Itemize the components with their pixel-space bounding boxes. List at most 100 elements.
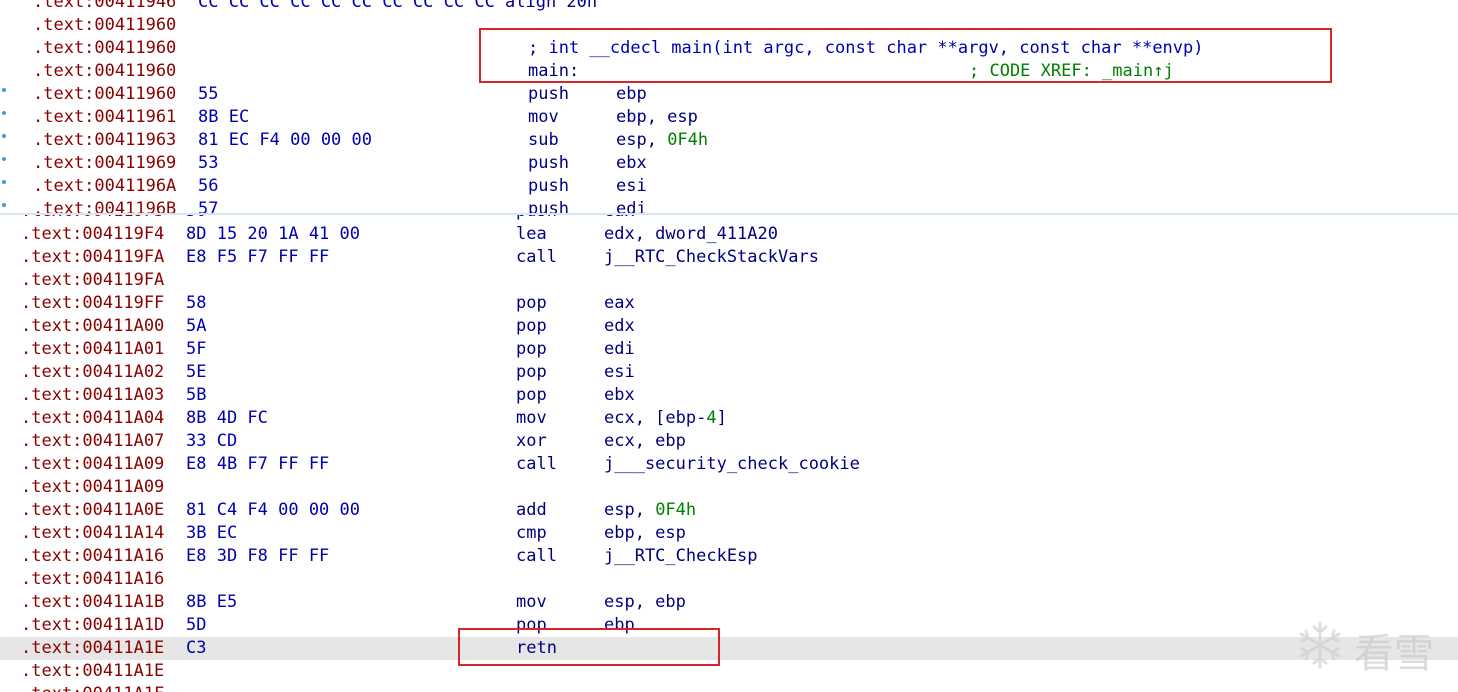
pane-splitter[interactable] — [0, 213, 1458, 215]
instruction-mnemonic: call — [516, 546, 557, 566]
instruction-mnemonic: lea — [516, 224, 547, 244]
line-address: .text:00411A02 — [21, 362, 165, 382]
instruction-mnemonic: call — [516, 454, 557, 474]
disasm-line[interactable]: .text:004119FA E8 F5 F7 FF FF call j__RTC_C… — [0, 246, 1458, 269]
line-address: .text:00411A16 — [21, 569, 165, 589]
line-address: .text:00411A00 — [21, 316, 165, 336]
line-address: .text:00411A09 — [21, 454, 165, 474]
instruction-mnemonic: push — [528, 176, 569, 196]
disasm-line[interactable]: .text:0041196B 57 push edi — [0, 198, 1458, 214]
instruction-operands: eax — [604, 292, 635, 315]
operand-text: ecx, [ebp- — [604, 408, 707, 428]
disasm-line[interactable]: .text:00411960 55 push ebp — [0, 83, 1458, 106]
instruction-mnemonic: mov — [516, 592, 547, 612]
disasm-line[interactable]: .text:00411A1E — [0, 660, 1458, 683]
operand-text: esp, — [604, 500, 656, 520]
operand-text: eax — [604, 214, 635, 221]
disasm-line[interactable]: .text:00411A16 E8 3D F8 FF FF call j__RTC_C… — [0, 545, 1458, 568]
line-address: .text:00411960 — [33, 84, 177, 104]
disasm-line[interactable]: .text:00411A16 — [0, 568, 1458, 591]
line-address: .text:00411A0E — [21, 500, 165, 520]
operand-text: j__RTC_CheckStackVars — [604, 247, 819, 267]
instruction-operands: j__RTC_CheckEsp — [604, 545, 758, 568]
opcode-bytes: 5F — [186, 339, 207, 359]
instruction-mnemonic: align 20h — [505, 0, 598, 12]
watermark-logo: 看雪 — [1294, 617, 1444, 677]
disasm-line[interactable]: .text:00411A01 5F pop edi — [0, 338, 1458, 361]
disasm-line[interactable]: .text:0041196A 56 push esi — [0, 175, 1458, 198]
instruction-mnemonic: pop — [516, 339, 547, 359]
disasm-line[interactable]: .text:00411A00 5A pop edx — [0, 315, 1458, 338]
instruction-mnemonic: push — [528, 153, 569, 173]
disasm-line[interactable]: .text:00411A07 33 CD xor ecx, ebp — [0, 430, 1458, 453]
line-address: .text:00411960 — [33, 38, 177, 58]
disasm-line[interactable]: .text:00411A02 5E pop esi — [0, 361, 1458, 384]
opcode-bytes: E8 F5 F7 FF FF — [186, 247, 330, 267]
disasm-line[interactable]: .text:00411A14 3B EC cmp ebp, esp — [0, 522, 1458, 545]
line-address: .text:00411A16 — [21, 546, 165, 566]
line-address: .text:00411A1B — [21, 592, 165, 612]
line-address: .text:00411946 — [33, 0, 177, 12]
disasm-line[interactable]: .text:004119FA — [0, 269, 1458, 292]
line-address: .text:0041196B — [33, 199, 177, 214]
opcode-bytes: 81 EC F4 00 00 00 — [198, 130, 372, 150]
disasm-line[interactable]: .text:00411A1B 8B E5 mov esp, ebp — [0, 591, 1458, 614]
instruction-operands: edi — [616, 198, 647, 214]
opcode-bytes: 5E — [186, 362, 207, 382]
line-address: .text:00411A1F — [21, 683, 164, 692]
disasm-line-selected[interactable]: .text:00411A1E C3 retn — [0, 637, 1458, 660]
line-address: .text:00411A1D — [21, 615, 165, 635]
opcode-bytes: 5B — [186, 385, 207, 405]
instruction-mnemonic: add — [516, 500, 547, 520]
operand-text: ebp, esp — [616, 107, 698, 127]
disasm-line[interactable]: .text:00411961 8B EC mov ebp, esp — [0, 106, 1458, 129]
disasm-line[interactable]: .text:00411946 CC CC CC CC CC CC CC CC CC… — [0, 0, 1458, 14]
instruction-mnemonic: push — [528, 199, 569, 214]
disasm-line[interactable]: .text:00411A1F — [0, 683, 1458, 692]
disasm-line[interactable]: .text:00411A09 E8 4B F7 FF FF call j___secu… — [0, 453, 1458, 476]
line-address: .text:00411961 — [33, 107, 177, 127]
instruction-mnemonic: mov — [516, 408, 547, 428]
instruction-operands: ebp — [616, 83, 647, 106]
operand-text: edi — [616, 199, 647, 214]
instruction-mnemonic: push — [516, 214, 557, 223]
disasm-line[interactable]: .text:00411A09 — [0, 476, 1458, 499]
opcode-bytes: 5A — [186, 316, 207, 336]
operand-text-tail: ] — [716, 408, 727, 428]
disasm-line[interactable]: .text:004119FF 58 pop eax — [0, 292, 1458, 315]
disassembly-bottom-pane[interactable]: .text:004119F3 50 push eax .text:004119F4 8D … — [0, 214, 1458, 692]
operand-text: ebp, esp — [604, 523, 686, 543]
line-address: .text:00411960 — [33, 15, 177, 35]
instruction-operands: ebp, esp — [616, 106, 698, 129]
opcode-bytes: 81 C4 F4 00 00 00 — [186, 500, 360, 520]
disasm-line[interactable]: .text:00411A0E 81 C4 F4 00 00 00 add esp, 0… — [0, 499, 1458, 522]
instruction-mnemonic: pop — [516, 293, 547, 313]
opcode-bytes: 8B 4D FC — [186, 408, 268, 428]
disasm-line[interactable]: .text:00411A03 5B pop ebx — [0, 384, 1458, 407]
watermark-text: 看雪 — [1354, 631, 1434, 677]
instruction-operands: ebx — [604, 384, 635, 407]
disasm-line[interactable]: .text:00411A1D 5D pop ebp — [0, 614, 1458, 637]
opcode-bytes: 55 — [198, 84, 219, 104]
opcode-bytes: 33 CD — [186, 431, 238, 451]
instruction-mnemonic: call — [516, 247, 557, 267]
operand-immediate: 0F4h — [667, 130, 709, 150]
disasm-line[interactable]: .text:00411A04 8B 4D FC mov ecx, [ebp-4] — [0, 407, 1458, 430]
opcode-bytes: 3B EC — [186, 523, 238, 543]
disasm-line[interactable]: .text:004119F3 50 push eax — [0, 214, 1458, 223]
opcode-bytes: E8 3D F8 FF FF — [186, 546, 330, 566]
disasm-line[interactable]: .text:004119F4 8D 15 20 1A 41 00 lea edx, d… — [0, 223, 1458, 246]
opcode-bytes: 8D 15 20 1A 41 00 — [186, 224, 360, 244]
line-address: .text:004119F4 — [21, 224, 165, 244]
line-address: .text:00411A09 — [21, 477, 165, 497]
operand-text: esp, — [616, 130, 668, 150]
disasm-line[interactable]: .text:00411963 81 EC F4 00 00 00 sub esp, 0… — [0, 129, 1458, 152]
line-address: .text:00411960 — [33, 61, 177, 81]
operand-text: j___security_check_cookie — [604, 454, 860, 474]
line-address: .text:00411A14 — [21, 523, 165, 543]
disasm-line[interactable]: .text:00411969 53 push ebx — [0, 152, 1458, 175]
instruction-mnemonic: sub — [528, 130, 559, 150]
opcode-bytes: 8B EC — [198, 107, 250, 127]
instruction-operands: j___security_check_cookie — [604, 453, 860, 476]
instruction-operands: edx, dword_411A20 — [604, 223, 778, 246]
